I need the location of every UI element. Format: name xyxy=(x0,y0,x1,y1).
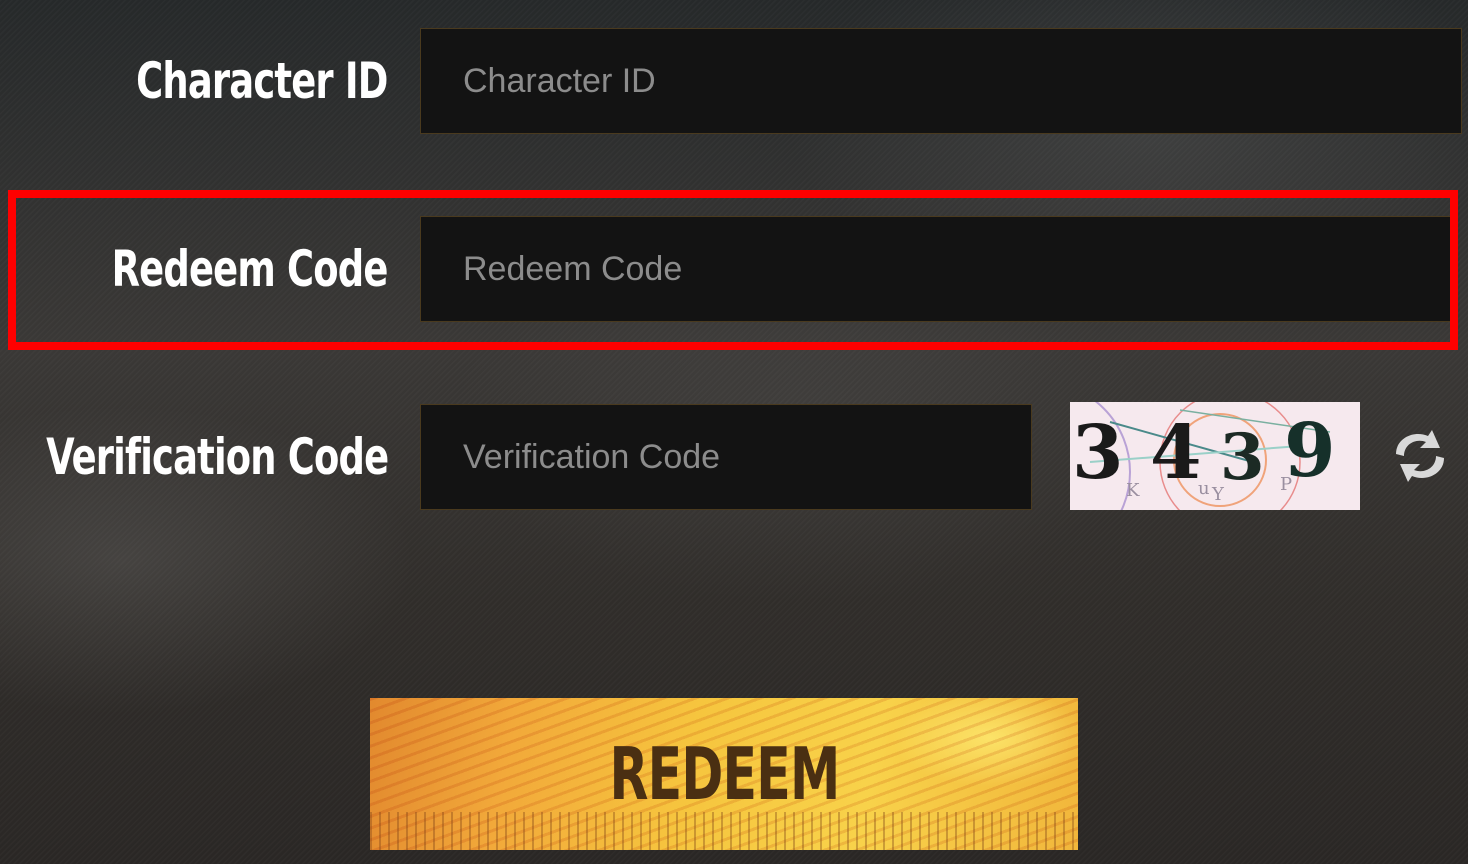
redeem-button[interactable]: REDEEM xyxy=(370,698,1078,850)
refresh-icon-svg xyxy=(1396,430,1444,482)
captcha-digit: 3 xyxy=(1072,410,1124,496)
captcha-image: K u Y P 3 4 3 9 xyxy=(1070,402,1360,510)
redeem-code-label: Redeem Code xyxy=(112,240,389,298)
captcha-digit: 3 xyxy=(1220,420,1265,495)
verification-code-label: Verification Code xyxy=(45,428,389,486)
character-id-input[interactable] xyxy=(420,28,1462,134)
redeem-code-input[interactable] xyxy=(420,216,1452,322)
captcha-digit: 9 xyxy=(1284,408,1336,494)
redeem-button-label: REDEEM xyxy=(608,732,840,816)
captcha-digit: 4 xyxy=(1150,410,1202,496)
refresh-icon[interactable] xyxy=(1386,424,1454,488)
verification-code-input[interactable] xyxy=(420,404,1032,510)
character-id-label: Character ID xyxy=(136,52,389,110)
captcha-noise-char: K xyxy=(1126,480,1140,501)
